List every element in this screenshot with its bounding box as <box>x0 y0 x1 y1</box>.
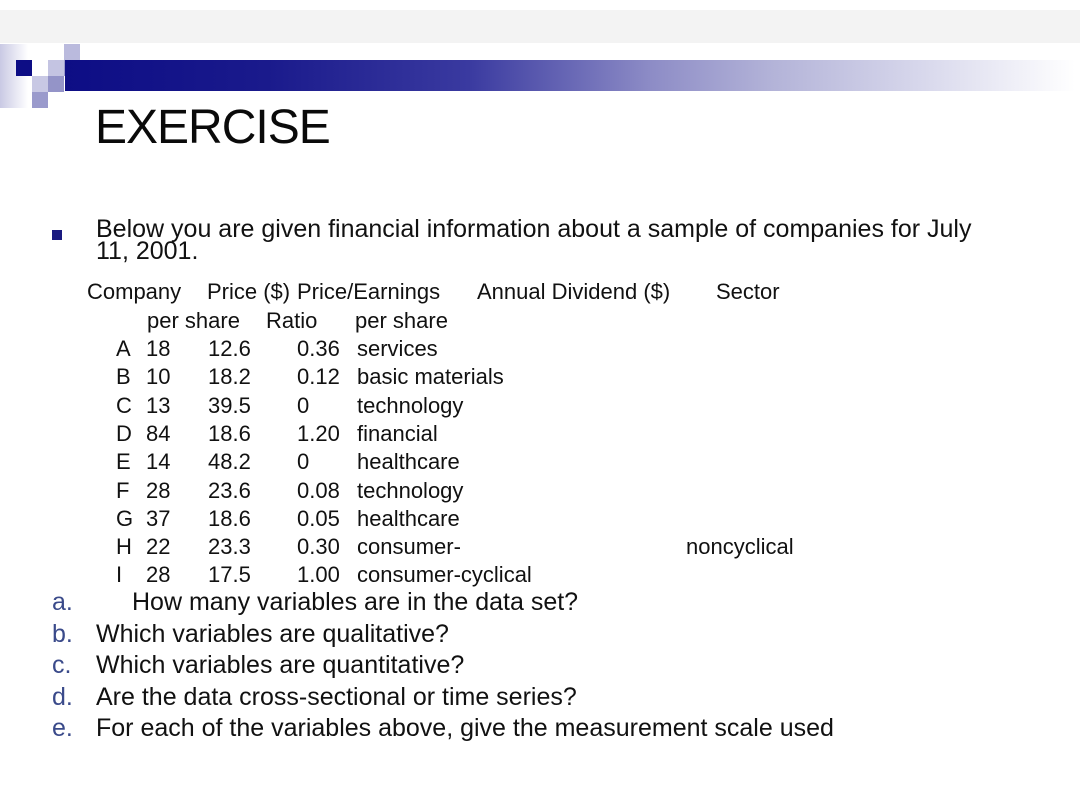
question-marker: b. <box>52 619 73 648</box>
intro-line-2: 11, 2001. <box>96 237 199 265</box>
cell-company: D <box>116 420 132 446</box>
cell-company: H <box>116 534 132 560</box>
cell-pe: 23.6 <box>208 477 251 503</box>
table-row: H 22 23.3 0.30 consumer-noncyclical <box>0 533 1080 561</box>
bullet-square-icon <box>52 230 62 240</box>
question-text: How many variables are in the data set? <box>132 588 579 616</box>
cell-company: A <box>116 336 131 361</box>
table-row: D 84 18.6 1.20 financial <box>0 420 1080 448</box>
question-text: For each of the variables above, give th… <box>96 714 834 742</box>
cell-sector: financial <box>357 420 438 446</box>
question-marker: e. <box>52 714 73 742</box>
question-marker: a. <box>52 588 73 616</box>
cell-company: G <box>116 505 134 531</box>
question-marker: c. <box>52 651 72 679</box>
cell-sector: services <box>357 336 438 361</box>
table-row: G 37 18.6 0.05 healthcare <box>0 505 1080 533</box>
cell-pe: 17.5 <box>208 562 251 588</box>
intro-line-1: Below you are given financial informatio… <box>96 215 972 243</box>
cell-price: 10 <box>146 364 171 390</box>
cell-pe: 18.6 <box>208 420 251 446</box>
cell-sector: basic materials <box>357 364 504 390</box>
header-pe: Price/Earnings <box>297 279 441 304</box>
title-gradient-bar <box>65 60 1075 91</box>
cell-pe: 18.2 <box>208 364 251 390</box>
cell-sector: healthcare <box>357 449 460 475</box>
table-row: C 13 39.5 0 technology <box>0 392 1080 420</box>
cell-dividend: 0.12 <box>297 364 340 390</box>
cell-dividend: 0.30 <box>297 534 340 560</box>
cell-company: E <box>116 449 131 475</box>
cell-pe: 12.6 <box>208 336 251 361</box>
table-row: E 14 48.2 0 healthcare <box>0 448 1080 476</box>
question-text: Are the data cross-sectional or time ser… <box>96 682 577 711</box>
cell-company: I <box>116 562 123 588</box>
cell-price: 37 <box>146 505 171 531</box>
cell-pe: 39.5 <box>208 392 251 418</box>
cell-pe: 18.6 <box>208 505 251 531</box>
cell-company: B <box>116 364 131 390</box>
cell-pe: 48.2 <box>208 449 251 475</box>
table-row: B 10 18.2 0.12 basic materials <box>0 363 1080 391</box>
cell-dividend: 1.20 <box>297 420 340 446</box>
cell-price: 14 <box>146 449 171 475</box>
cell-price: 84 <box>146 420 171 446</box>
cell-company: F <box>116 477 130 503</box>
cell-price: 28 <box>146 562 171 588</box>
intro-text: Below you are given financial informatio… <box>96 215 1056 265</box>
header-pe-sub: Ratio <box>266 308 318 333</box>
slide-title: EXERCISE <box>95 101 331 154</box>
cell-price: 22 <box>146 534 171 560</box>
header-price: Price ($) <box>207 279 291 304</box>
cell-dividend: 0 <box>297 392 310 418</box>
cell-pe: 23.3 <box>208 534 251 560</box>
header-dividend: Annual Dividend ($) <box>477 279 671 304</box>
top-band <box>0 10 1080 43</box>
table-row: I 28 17.5 1.00 consumer-cyclical <box>0 561 1080 589</box>
cell-sector-overflow: noncyclical <box>686 534 794 560</box>
header-company: Company <box>87 279 182 304</box>
cell-company: C <box>116 392 132 418</box>
cell-dividend: 1.00 <box>297 562 340 588</box>
cell-price: 13 <box>146 392 171 418</box>
question-marker: d. <box>52 682 73 711</box>
cell-sector: consumer-cyclical <box>357 562 532 588</box>
question-text: Which variables are quantitative? <box>96 651 465 679</box>
header-price-sub: per share <box>147 308 240 333</box>
cell-dividend: 0.36 <box>297 336 340 361</box>
header-dividend-sub: per share <box>355 308 448 333</box>
cell-dividend: 0.05 <box>297 505 340 531</box>
cell-sector: technology <box>357 392 464 418</box>
cell-price: 18 <box>146 336 171 361</box>
cell-dividend: 0 <box>297 449 310 475</box>
table-row: A 18 12.6 0.36 services <box>0 335 1080 363</box>
table-row: F 28 23.6 0.08 technology <box>0 477 1080 505</box>
cell-dividend: 0.08 <box>297 477 340 503</box>
cell-sector: healthcare <box>357 505 460 531</box>
cell-price: 28 <box>146 477 171 503</box>
cell-sector: technology <box>357 477 464 503</box>
question-text: Which variables are qualitative? <box>96 619 449 648</box>
cell-sector: consumer- <box>357 534 461 560</box>
header-sector: Sector <box>716 279 780 304</box>
